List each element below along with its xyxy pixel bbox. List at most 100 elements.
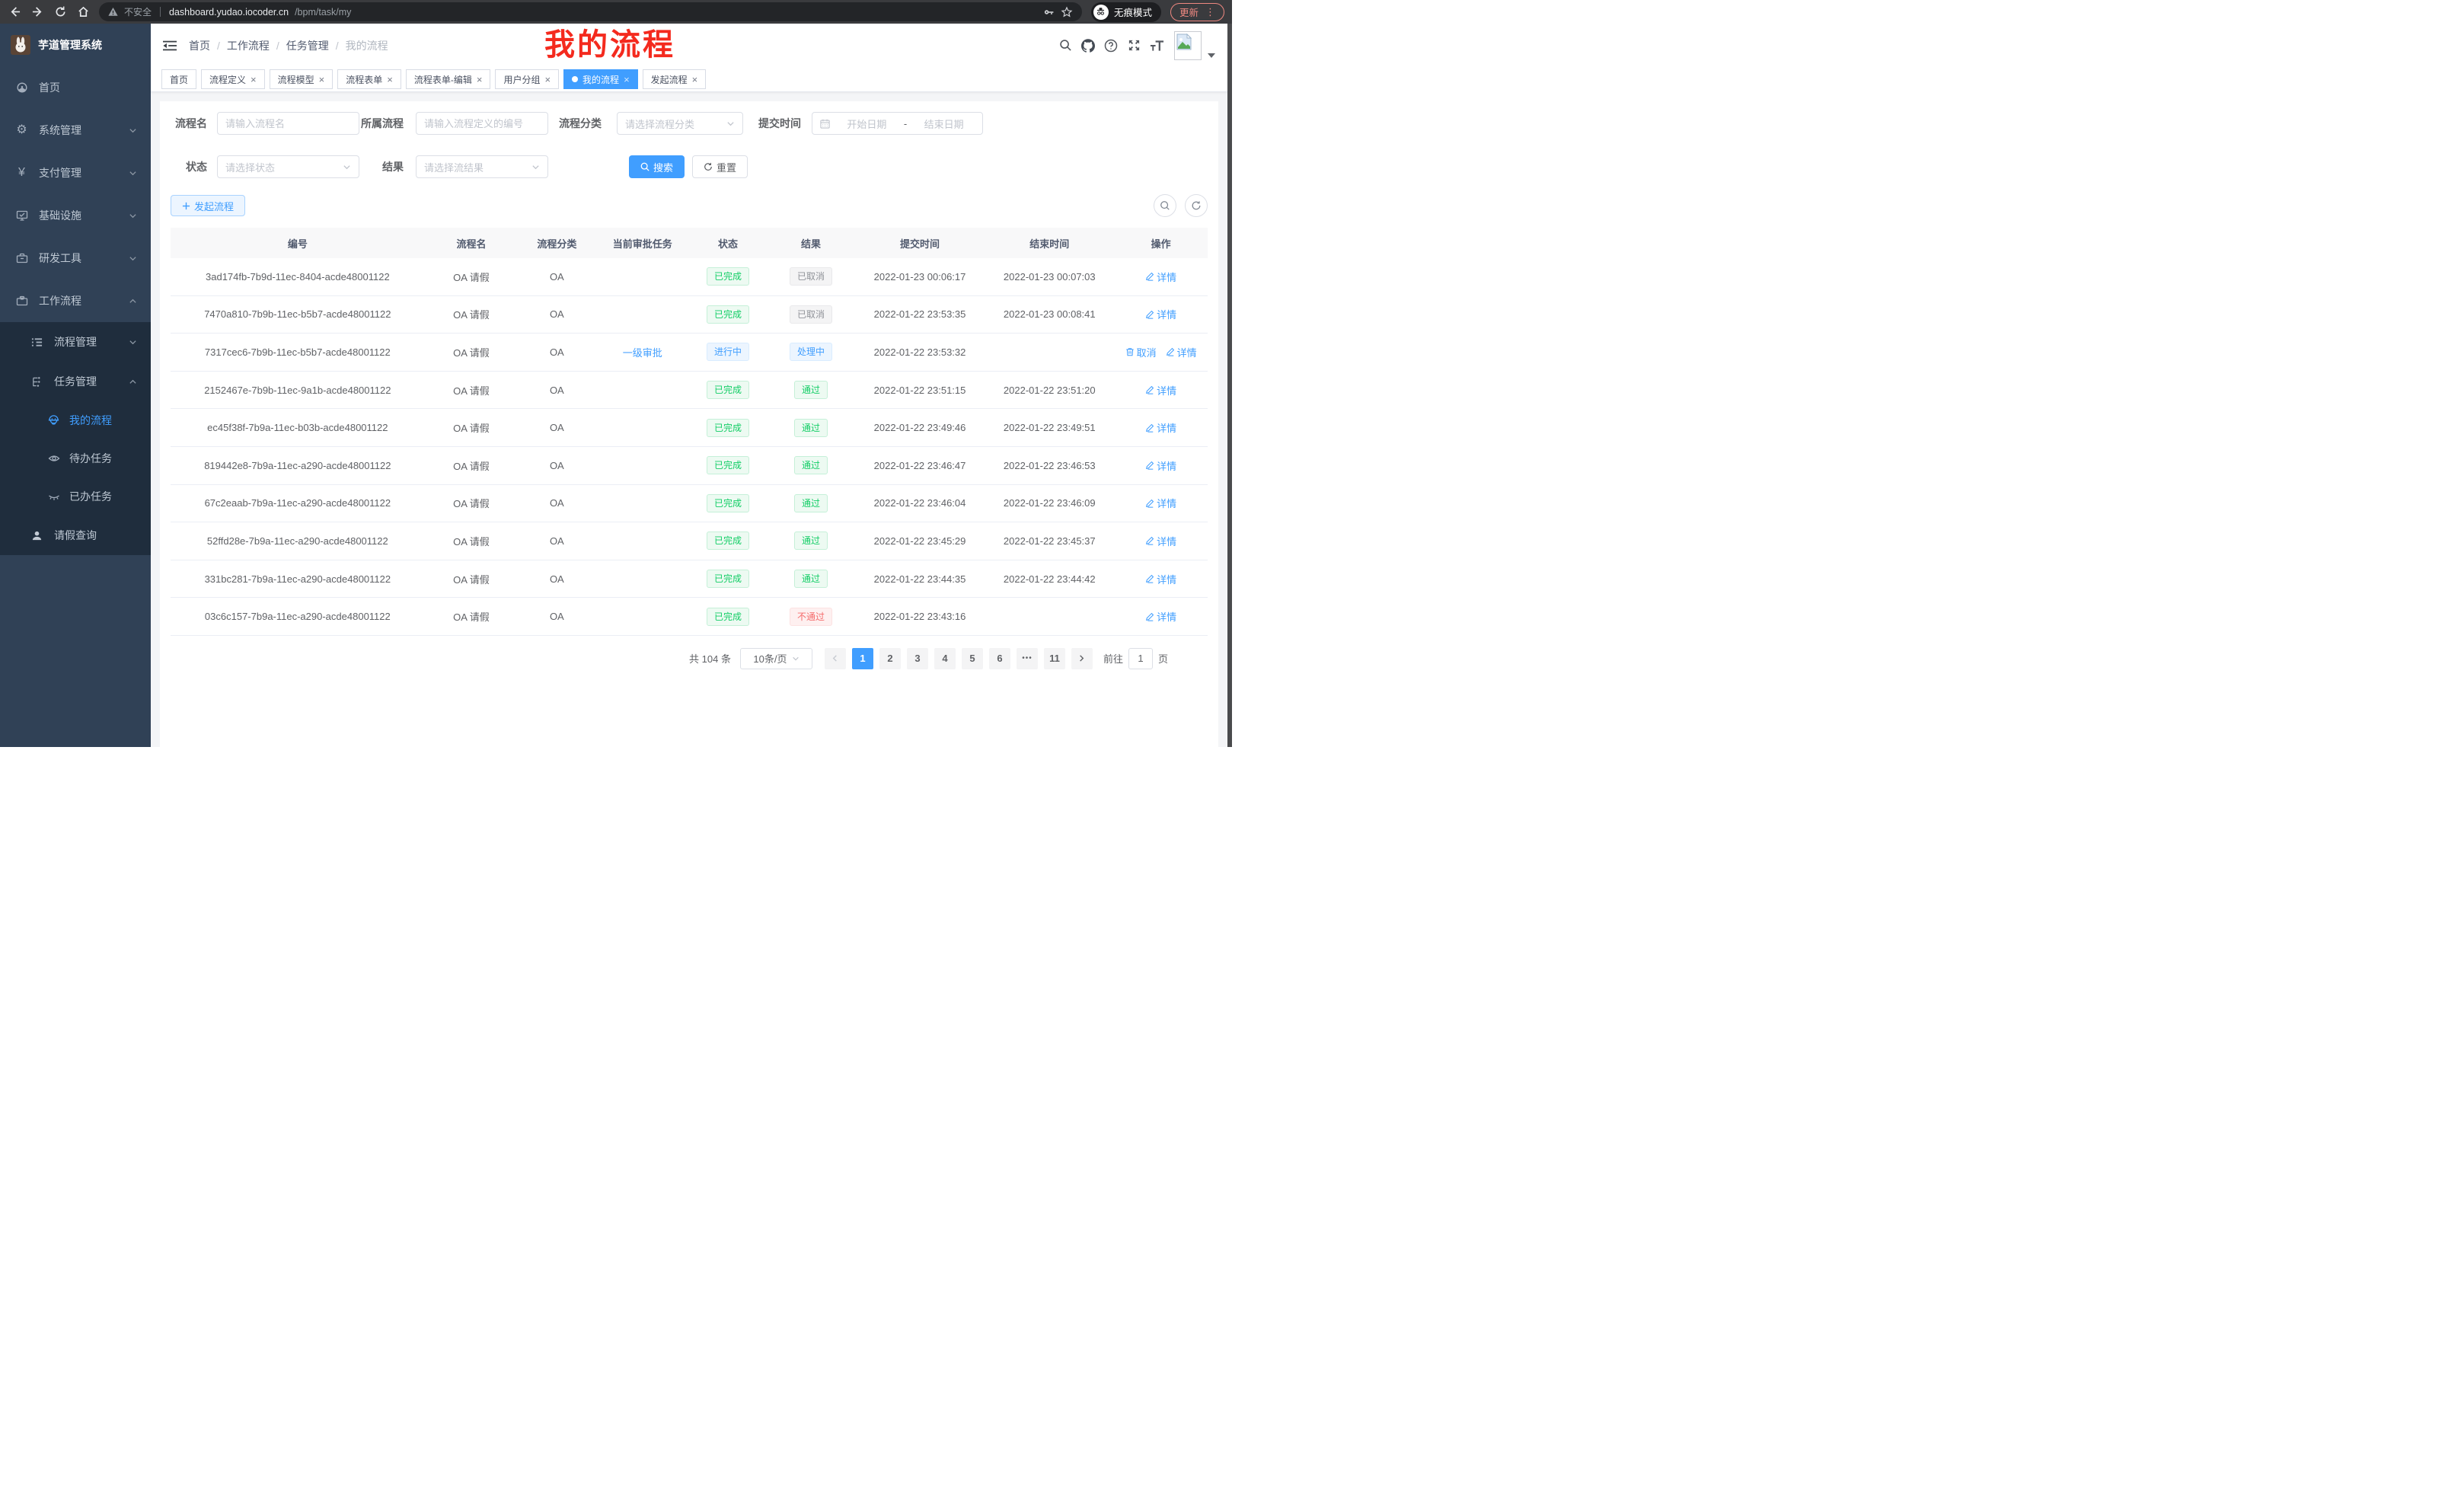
detail-action[interactable]: 详情 (1145, 609, 1176, 624)
search-icon[interactable] (1054, 34, 1077, 57)
page-number-button[interactable]: 6 (989, 648, 1010, 669)
close-icon[interactable]: × (387, 75, 393, 85)
detail-action[interactable]: 详情 (1145, 458, 1176, 473)
search-button[interactable]: 搜索 (629, 155, 685, 178)
detail-action[interactable]: 详情 (1145, 496, 1176, 510)
status-select[interactable]: 请选择状态 (217, 155, 359, 178)
status-badge: 已完成 (707, 267, 749, 286)
tab[interactable]: 流程定义 × (201, 69, 265, 89)
help-icon[interactable] (1100, 34, 1122, 57)
close-icon[interactable]: × (544, 75, 551, 85)
current-task-link[interactable]: 一级审批 (623, 345, 662, 359)
refresh-table-button[interactable] (1185, 194, 1208, 217)
tab-label: 流程表单 (346, 73, 382, 86)
sidebar-item-dev-tools[interactable]: 研发工具 (0, 237, 151, 279)
edit-icon (1145, 574, 1154, 583)
font-size-icon[interactable] (1145, 34, 1168, 57)
breadcrumb-item[interactable]: 任务管理 (286, 38, 329, 53)
browser-update-button[interactable]: 更新 ⋮ (1170, 3, 1224, 21)
reset-button[interactable]: 重置 (692, 155, 748, 178)
breadcrumb-separator: / (336, 40, 339, 52)
sidebar-item-payment[interactable]: ¥ 支付管理 (0, 152, 151, 194)
tab[interactable]: 流程表单-编辑 × (406, 69, 491, 89)
sidebar-item-todo-tasks[interactable]: 待办任务 (0, 439, 151, 477)
url-path: /bpm/task/my (295, 7, 351, 18)
table-header-row: 编号 流程名 流程分类 当前审批任务 状态 结果 提交时间 结束时间 操作 (171, 228, 1208, 258)
browser-home-icon[interactable] (76, 5, 90, 19)
next-page-button[interactable] (1071, 648, 1093, 669)
cell-submit-time: 2022-01-22 23:51:15 (855, 385, 985, 396)
avatar[interactable] (1174, 31, 1202, 60)
process-name-input[interactable] (225, 118, 351, 129)
detail-action[interactable]: 详情 (1145, 572, 1176, 586)
table-row: 331bc281-7b9a-11ec-a290-acde48001122 OA … (171, 560, 1208, 599)
active-dot (572, 76, 578, 82)
detail-action[interactable]: 详情 (1145, 420, 1176, 435)
page-number-button[interactable]: 3 (907, 648, 928, 669)
pagination: 共 104 条 10条/页 1 2 (171, 648, 1208, 669)
password-key-icon[interactable] (1042, 6, 1055, 18)
close-icon[interactable]: × (319, 75, 325, 85)
sidebar-item-task-mgmt[interactable]: 任务管理 (0, 362, 151, 401)
result-select[interactable]: 请选择流结果 (416, 155, 548, 178)
detail-action[interactable]: 详情 (1166, 345, 1197, 359)
sidebar-item-home[interactable]: 首页 (0, 66, 151, 109)
last-page-button[interactable]: 11 (1044, 648, 1065, 669)
close-icon[interactable]: × (251, 75, 257, 85)
close-icon[interactable]: × (477, 75, 483, 85)
page-number-button[interactable]: 1 (852, 648, 873, 669)
more-pages-icon[interactable]: ••• (1017, 648, 1038, 669)
sidebar-item-process-mgmt[interactable]: 流程管理 (0, 322, 151, 362)
browser-reload-icon[interactable] (53, 5, 67, 19)
fullscreen-icon[interactable] (1122, 34, 1145, 57)
chevron-down-icon (792, 655, 800, 662)
browser-back-icon[interactable] (8, 5, 21, 19)
detail-action[interactable]: 详情 (1145, 534, 1176, 548)
browser-menu-icon[interactable]: ⋮ (1205, 6, 1215, 18)
page-number-button[interactable]: 5 (962, 648, 983, 669)
detail-action[interactable]: 详情 (1145, 270, 1176, 284)
detail-action[interactable]: 详情 (1145, 307, 1176, 321)
cancel-action[interactable]: 取消 (1125, 345, 1157, 359)
sidebar-collapse-icon[interactable] (161, 37, 178, 54)
tab[interactable]: 我的流程 × (563, 69, 638, 89)
page-size-select[interactable]: 10条/页 (740, 648, 812, 669)
process-category-select[interactable]: 请选择流程分类 (617, 112, 743, 135)
page-number-button[interactable]: 4 (934, 648, 956, 669)
status-badge: 已完成 (707, 570, 749, 588)
breadcrumb-item[interactable]: 首页 (189, 38, 210, 53)
submit-time-range-picker[interactable]: 开始日期 - 结束日期 (812, 112, 983, 135)
show-search-toggle-button[interactable] (1154, 194, 1176, 217)
tab[interactable]: 用户分组 × (495, 69, 559, 89)
github-icon[interactable] (1077, 34, 1100, 57)
breadcrumb-item[interactable]: 工作流程 (227, 38, 270, 53)
sidebar-item-my-process[interactable]: 我的流程 (0, 401, 151, 439)
close-icon[interactable]: × (692, 75, 698, 85)
table-row: 2152467e-7b9b-11ec-9a1b-acde48001122 OA … (171, 372, 1208, 410)
edit-icon (1145, 310, 1154, 319)
bookmark-star-icon[interactable] (1061, 6, 1073, 18)
submit-time-label: 提交时间 (758, 116, 801, 131)
sidebar-item-workflow[interactable]: 工作流程 (0, 279, 151, 322)
sidebar-item-done-tasks[interactable]: 已办任务 (0, 477, 151, 516)
table-row: 7470a810-7b9b-11ec-b5b7-acde48001122 OA … (171, 296, 1208, 334)
browser-forward-icon[interactable] (30, 5, 44, 19)
tab[interactable]: 流程表单 × (337, 69, 401, 89)
tab[interactable]: 发起流程 × (643, 69, 707, 89)
avatar-caret-icon[interactable] (1208, 53, 1215, 58)
tab[interactable]: 首页 (161, 69, 196, 89)
create-process-button[interactable]: 发起流程 (171, 195, 245, 216)
sidebar-item-infra[interactable]: 基础设施 (0, 194, 151, 237)
prev-page-button[interactable] (825, 648, 846, 669)
sidebar-item-system[interactable]: ⚙ 系统管理 (0, 109, 151, 152)
breadcrumb: 首页 / 工作流程 / 任务管理 / 我的流程 (189, 38, 388, 53)
process-definition-input[interactable] (424, 118, 540, 129)
sidebar-item-leave-query[interactable]: 请假查询 (0, 516, 151, 555)
detail-action[interactable]: 详情 (1145, 383, 1176, 397)
close-icon[interactable]: × (624, 75, 630, 85)
page-number-button[interactable]: 2 (879, 648, 901, 669)
goto-page-input[interactable] (1128, 648, 1153, 669)
table-row: ec45f38f-7b9a-11ec-b03b-acde48001122 OA … (171, 409, 1208, 447)
address-bar[interactable]: 不安全 dashboard.yudao.iocoder.cn/bpm/task/… (99, 2, 1082, 21)
tab[interactable]: 流程模型 × (270, 69, 334, 89)
